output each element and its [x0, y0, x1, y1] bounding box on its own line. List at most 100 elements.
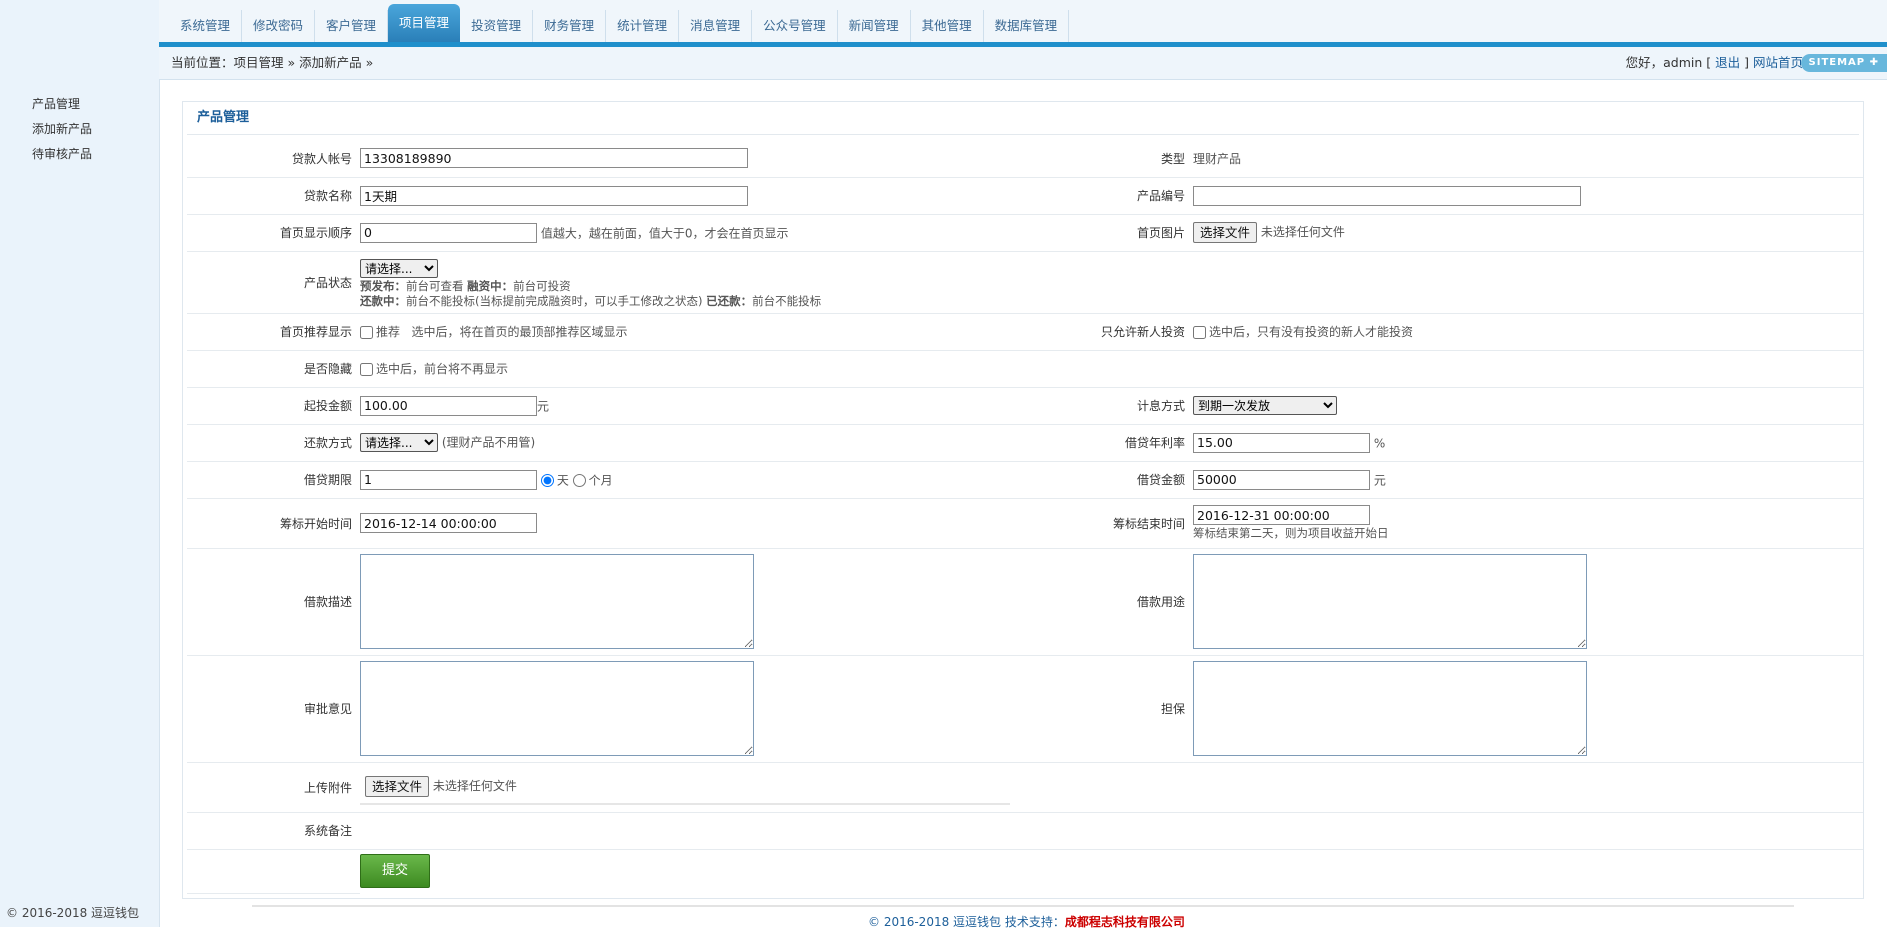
- guarantee-label: 担保: [1000, 655, 1193, 763]
- end-time-label: 筹标结束时间: [1000, 498, 1193, 549]
- product-code-input[interactable]: [1193, 185, 1581, 206]
- tab-investments[interactable]: 投资管理: [460, 10, 534, 42]
- hidden-checkbox[interactable]: [360, 363, 373, 376]
- form-row: 贷款名称 产品编号: [187, 177, 1863, 215]
- logout-link[interactable]: 退出: [1715, 55, 1740, 70]
- home-image-file-button[interactable]: 选择文件: [1193, 222, 1258, 243]
- annual-rate-input[interactable]: [1193, 432, 1370, 453]
- annual-rate-label: 借贷年利率: [1000, 424, 1193, 462]
- loan-name-label: 贷款名称: [187, 177, 360, 215]
- product-form-panel: 产品管理 贷款人帐号 类型 理财产品 贷款名称 产品编号 首页显示顺序 值越大，…: [182, 101, 1864, 899]
- tab-customers[interactable]: 客户管理: [315, 10, 389, 42]
- period-label: 借贷期限: [187, 461, 360, 499]
- user-info: 您好，admin [ 退出 ] 网站首页: [1626, 47, 1803, 79]
- description-textarea[interactable]: [360, 554, 754, 649]
- product-form: 贷款人帐号 类型 理财产品 贷款名称 产品编号 首页显示顺序 值越大，越在前面，…: [187, 140, 1863, 894]
- home-order-note: 值越大，越在前面，值大于0，才会在首页显示: [540, 226, 789, 240]
- period-month-radio[interactable]: [572, 474, 586, 487]
- min-invest-unit: 元: [537, 399, 550, 413]
- sidebar-item-add-product[interactable]: 添加新产品: [32, 117, 92, 142]
- approval-textarea[interactable]: [360, 661, 754, 756]
- approval-label: 审批意见: [187, 655, 360, 763]
- recommend-checkbox[interactable]: [360, 326, 373, 339]
- tab-news[interactable]: 新闻管理: [838, 10, 911, 42]
- form-row: 首页显示顺序 值越大，越在前面，值大于0，才会在首页显示 首页图片 选择文件 未…: [187, 214, 1863, 252]
- sidebar-item-pending-products[interactable]: 待审核产品: [32, 142, 92, 167]
- description-label: 借款描述: [187, 548, 360, 656]
- guarantee-textarea[interactable]: [1193, 661, 1587, 756]
- min-invest-input[interactable]: [360, 395, 537, 416]
- newbie-only-checkbox[interactable]: [1193, 326, 1206, 339]
- end-time-input[interactable]: [1193, 505, 1370, 525]
- hidden-note: 选中后，前台将不再显示: [376, 362, 509, 376]
- type-label: 类型: [1000, 140, 1193, 178]
- form-row: 贷款人帐号 类型 理财产品: [187, 140, 1863, 178]
- form-row: 审批意见 担保: [187, 655, 1863, 763]
- sidebar-item-product-manage[interactable]: 产品管理: [32, 92, 92, 117]
- repay-method-select[interactable]: 请选择...: [360, 433, 438, 452]
- annual-rate-unit: %: [1373, 436, 1386, 450]
- attachment-file-button[interactable]: 选择文件: [365, 775, 430, 797]
- form-row: 系统备注: [187, 812, 1863, 850]
- loan-name-input[interactable]: [360, 185, 748, 206]
- status-note-repaying-key: 还款中：: [360, 294, 406, 308]
- period-input[interactable]: [360, 469, 537, 490]
- amount-input[interactable]: [1193, 469, 1370, 490]
- newbie-only-label: 只允许新人投资: [1000, 313, 1193, 351]
- form-row: 借贷期限 天 个月 借贷金额 元: [187, 461, 1863, 499]
- tab-statistics[interactable]: 统计管理: [606, 10, 680, 42]
- form-row: 上传附件 选择文件 未选择任何文件: [187, 762, 1863, 813]
- interest-method-select[interactable]: 到期一次发放: [1193, 396, 1337, 415]
- status-notes: 预发布：前台可查看 融资中：前台可投资 还款中：前台不能投标(当标提前完成融资时…: [360, 279, 1863, 309]
- status-select[interactable]: 请选择...: [360, 259, 438, 278]
- amount-label: 借贷金额: [1000, 461, 1193, 499]
- tab-system[interactable]: 系统管理: [169, 10, 243, 42]
- home-image-file-status: 未选择任何文件: [1260, 225, 1345, 239]
- amount-unit: 元: [1373, 473, 1386, 487]
- site-home-link[interactable]: 网站首页: [1753, 55, 1803, 70]
- status-note-financing-key: 融资中：: [467, 279, 514, 293]
- tab-change-password[interactable]: 修改密码: [242, 10, 316, 42]
- panel-title: 产品管理: [187, 102, 1859, 135]
- tab-messages[interactable]: 消息管理: [679, 10, 753, 42]
- status-label: 产品状态: [187, 251, 360, 314]
- hidden-label: 是否隐藏: [187, 350, 360, 388]
- min-invest-label: 起投金额: [187, 387, 360, 425]
- form-row: 借款描述 借款用途: [187, 548, 1863, 656]
- remark-label: 系统备注: [187, 812, 360, 850]
- product-code-label: 产品编号: [1000, 177, 1193, 215]
- form-row: 产品状态 请选择... 预发布：前台可查看 融资中：前台可投资 还款中：前台不能…: [187, 251, 1863, 314]
- status-note-repaid-key: 已还款：: [706, 294, 753, 308]
- home-image-label: 首页图片: [1000, 214, 1193, 252]
- tab-database[interactable]: 数据库管理: [984, 10, 1070, 42]
- recommend-label: 首页推荐显示: [187, 313, 360, 351]
- home-order-input[interactable]: [360, 222, 537, 243]
- nav-tabs: 系统管理 修改密码 客户管理 项目管理 投资管理 财务管理 统计管理 消息管理 …: [169, 4, 1070, 42]
- sitemap-button[interactable]: SITEMAP ✚: [1800, 54, 1887, 72]
- tab-official-account[interactable]: 公众号管理: [752, 10, 838, 42]
- start-time-label: 筹标开始时间: [187, 498, 360, 549]
- breadcrumb: 当前位置：项目管理 » 添加新产品 »: [171, 55, 374, 70]
- tab-other[interactable]: 其他管理: [911, 10, 984, 42]
- submit-button[interactable]: 提交: [360, 854, 430, 889]
- user-bracket: ]: [1744, 55, 1749, 70]
- status-note-repaying-val: 前台不能投标(当标提前完成融资时，可以手工修改之状态): [406, 294, 707, 308]
- period-day-radio[interactable]: [540, 474, 554, 487]
- status-note-prerelease-val: 前台可查看: [406, 279, 468, 293]
- footer-divider: [252, 905, 1794, 907]
- tab-projects[interactable]: 项目管理: [388, 4, 461, 42]
- status-note-financing-val: 前台可投资: [513, 279, 571, 293]
- purpose-textarea[interactable]: [1193, 554, 1587, 649]
- period-day-label: 天: [556, 473, 569, 487]
- tab-finance[interactable]: 财务管理: [533, 10, 607, 42]
- start-time-input[interactable]: [360, 513, 537, 533]
- form-row: 筹标开始时间 筹标结束时间 筹标结束第二天，则为项目收益开始日: [187, 498, 1863, 549]
- status-note-prerelease-key: 预发布：: [360, 279, 406, 293]
- form-row: 是否隐藏 选中后，前台将不再显示: [187, 350, 1863, 388]
- attachment-label: 上传附件: [187, 762, 360, 813]
- borrower-account-label: 贷款人帐号: [187, 140, 360, 178]
- period-month-label: 个月: [588, 473, 613, 487]
- form-row: 首页推荐显示 推荐 选中后，将在首页的最顶部推荐区域显示 只允许新人投资 选中后…: [187, 313, 1863, 351]
- borrower-account-input[interactable]: [360, 148, 748, 169]
- form-row: 还款方式 请选择... (理财产品不用管) 借贷年利率 %: [187, 424, 1863, 462]
